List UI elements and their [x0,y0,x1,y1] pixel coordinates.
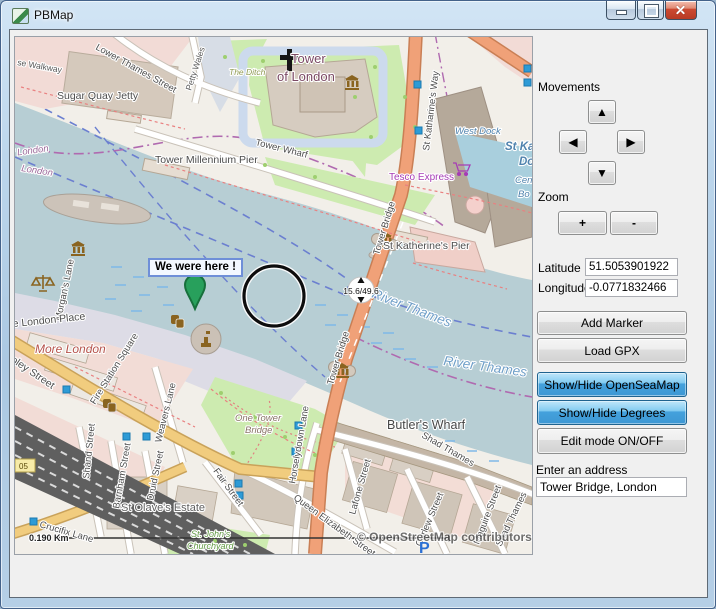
title-bar[interactable]: PBMap [1,1,715,29]
longitude-label: Longitude [538,281,591,295]
window-title: PBMap [34,8,73,22]
maximize-icon [645,5,658,17]
close-button[interactable] [665,1,697,20]
map-label-clearance: 15.6/49.6 [343,286,379,296]
map-scale-text: 0.190 Km [29,533,69,543]
address-label: Enter an address [536,463,627,477]
zoom-in-button[interactable]: + [558,211,607,235]
map-label-tower-2: of London [277,69,335,84]
shield-05: 05 [15,459,35,472]
move-down-button[interactable]: ▼ [588,161,616,185]
zoom-label: Zoom [538,190,569,204]
toggle-degrees-button[interactable]: Show/Hide Degrees [537,400,687,425]
map-label-st-katherines-pier: St Katherine's Pier [383,240,470,252]
longitude-input[interactable] [585,279,678,297]
map-label-do: Do [519,156,532,168]
move-left-button[interactable]: ◀ [559,130,587,154]
map-label-st-johns-1: St. John's [191,529,231,539]
pbmap-window: { "window": { "title": "PBMap" }, "panel… [0,0,716,609]
map-label-one-tower-1: One Tower [235,413,282,424]
minimize-button[interactable] [606,1,636,20]
svg-text:05: 05 [19,462,28,471]
st-katharine-docks [410,37,532,272]
zoom-out-button[interactable]: - [610,211,658,235]
latitude-input[interactable] [585,258,678,276]
edit-mode-button[interactable]: Edit mode ON/OFF [537,428,687,454]
map-label-one-tower-2: Bridge [245,425,272,436]
map-label-tesco: Tesco Express [389,172,454,183]
amphitheatre-icon [191,324,221,354]
add-marker-button[interactable]: Add Marker [537,311,687,335]
map-label-bo: Bo [518,189,530,200]
map-label-st-johns-2: Churchyard [187,541,235,551]
marker-tooltip[interactable]: We were here ! [148,258,243,277]
latitude-label: Latitude [538,261,581,275]
map-canvas[interactable]: 05 se Walkway Lower Thames Street Petty … [14,36,533,555]
map-label-cen: Cen [515,175,532,186]
map-attribution: © OpenStreetMap contributors [357,530,532,544]
map-label-the-ditch: The Ditch [229,67,266,77]
minimize-icon [616,10,627,15]
move-right-button[interactable]: ▶ [617,130,645,154]
move-up-button[interactable]: ▲ [588,100,616,124]
map-label-st-olaves: St Olave's Estate [121,502,205,514]
app-icon [12,8,29,24]
maximize-button[interactable] [637,1,664,20]
load-gpx-button[interactable]: Load GPX [537,338,687,363]
map-label-west-dock: West Dock [455,126,502,137]
map-label-st-ka: St Ka [505,141,532,153]
toggle-openseamap-button[interactable]: Show/Hide OpenSeaMap [537,372,687,397]
map-label-millennium-pier: Tower Millennium Pier [155,154,258,166]
movements-label: Movements [538,80,600,94]
map-label-more-london: More London [35,342,106,356]
map-label-sugar-quay: Sugar Quay Jetty [57,90,139,102]
map-label-tower-1: Tower [291,51,326,66]
address-input[interactable] [536,477,687,497]
